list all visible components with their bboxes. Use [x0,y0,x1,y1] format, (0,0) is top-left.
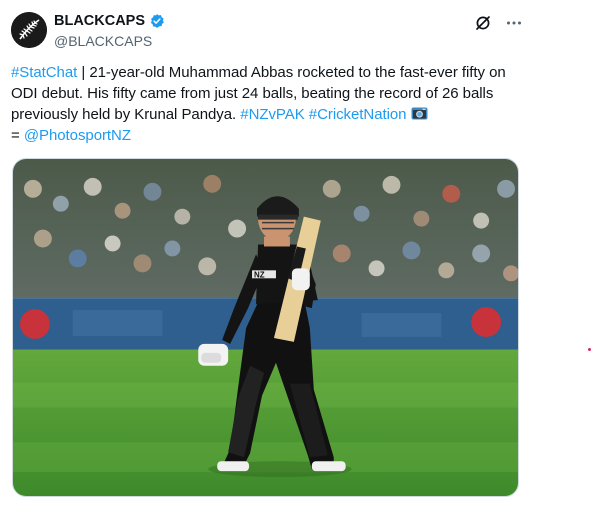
hashtag-statchat-link[interactable]: #StatChat [11,64,77,81]
photosport-mention-link[interactable]: @PhotosportNZ [24,127,131,144]
tweet-actions [474,14,523,32]
shirt-text: NZ [254,270,265,279]
grok-icon[interactable] [474,14,492,32]
author-handle[interactable]: @BLACKCAPS [54,33,165,49]
fern-logo-icon [11,12,47,48]
hashtag-cricketnation-link[interactable]: #CricketNation [309,106,407,123]
tweet-card[interactable]: BLACKCAPS @BLACKCAPS #StatChat | 21-year… [0,0,592,513]
tweet-photo[interactable]: NZ [12,158,519,497]
author-display-name[interactable]: BLACKCAPS [54,13,145,29]
stray-dot [588,348,591,351]
verified-badge-icon [149,13,165,29]
author-block: BLACKCAPS @BLACKCAPS [54,12,165,49]
tweet-text: #StatChat | 21-year-old Muhammad Abbas r… [11,62,521,146]
camera-icon [411,105,428,120]
credit-prefix: = [11,127,24,144]
cricket-player-photo: NZ [13,159,518,496]
hashtag-nzvpak-link[interactable]: #NZvPAK [240,106,304,123]
more-icon[interactable] [505,14,523,32]
avatar[interactable] [11,12,47,48]
